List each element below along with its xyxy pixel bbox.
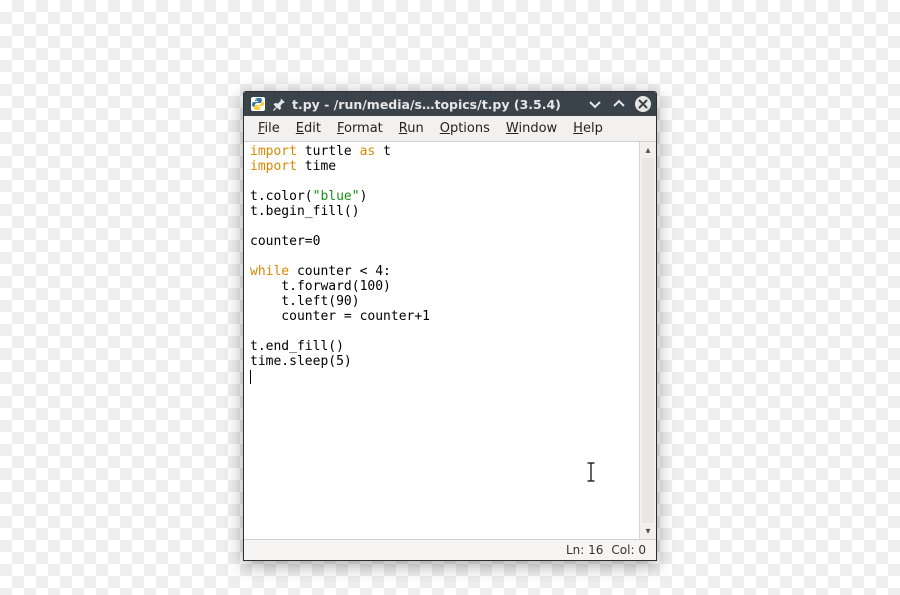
statusbar: Ln: 16 Col: 0 <box>244 539 656 560</box>
vertical-scrollbar[interactable]: ▴ ▾ <box>639 142 656 539</box>
scroll-down-arrow-icon[interactable]: ▾ <box>640 523 656 539</box>
window: t.py - /run/media/s…topics/t.py (3.5.4) … <box>243 91 657 561</box>
menu-options[interactable]: Options <box>432 119 498 138</box>
menu-edit[interactable]: Edit <box>288 119 329 138</box>
pin-icon[interactable] <box>272 97 286 111</box>
scroll-track[interactable] <box>642 158 654 523</box>
scroll-up-arrow-icon[interactable]: ▴ <box>640 142 656 158</box>
python-app-icon <box>250 96 266 112</box>
menu-format[interactable]: Format <box>329 119 391 138</box>
status-col: Col: 0 <box>611 543 646 557</box>
window-title: t.py - /run/media/s…topics/t.py (3.5.4) <box>292 97 561 112</box>
maximize-button[interactable] <box>610 95 628 113</box>
menu-help[interactable]: Help <box>565 119 611 138</box>
close-button[interactable] <box>634 95 652 113</box>
code-editor[interactable]: import turtle as t import time t.color("… <box>244 142 639 539</box>
status-ln: Ln: 16 <box>566 543 603 557</box>
menu-window[interactable]: Window <box>498 119 565 138</box>
titlebar[interactable]: t.py - /run/media/s…topics/t.py (3.5.4) <box>244 92 656 116</box>
minimize-button[interactable] <box>586 95 604 113</box>
menu-run[interactable]: Run <box>391 119 432 138</box>
menu-file[interactable]: File <box>250 119 288 138</box>
menubar: File Edit Format Run Options Window Help <box>244 116 656 142</box>
editor-area: import turtle as t import time t.color("… <box>244 142 656 539</box>
